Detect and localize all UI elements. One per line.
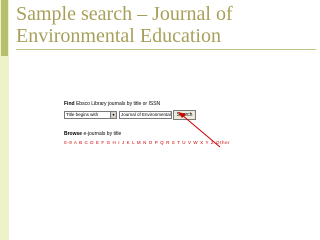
alphabet-links[interactable]: 0-9 A B C D E F G H I J K L M N O P Q R … <box>64 140 230 145</box>
find-description: Ebsco Library journals by title or ISSN <box>75 101 161 107</box>
browse-heading: Browse <box>64 131 83 137</box>
left-accent-bar <box>0 0 9 240</box>
slide-title: Sample search – Journal of Environmental… <box>16 3 316 47</box>
find-heading: Find <box>64 101 75 107</box>
browse-description: e-journals by title <box>83 131 122 137</box>
search-button[interactable]: Search <box>173 110 196 120</box>
browse-instruction: Browse e-journals by title <box>64 131 121 137</box>
chevron-down-icon[interactable]: ▾ <box>110 112 116 118</box>
slide-title-line2: Environmental Education <box>16 25 221 47</box>
title-divider <box>16 49 316 50</box>
slide-title-line1: Sample search – Journal of <box>16 3 233 25</box>
search-type-value: Title begins with <box>66 112 99 117</box>
left-accent-stripe <box>1 0 8 56</box>
search-input[interactable]: Journal of Environmental <box>119 111 172 119</box>
search-type-select[interactable]: Title begins with ▾ <box>64 111 117 119</box>
find-instruction: Find Ebsco Library journals by title or … <box>64 101 160 107</box>
